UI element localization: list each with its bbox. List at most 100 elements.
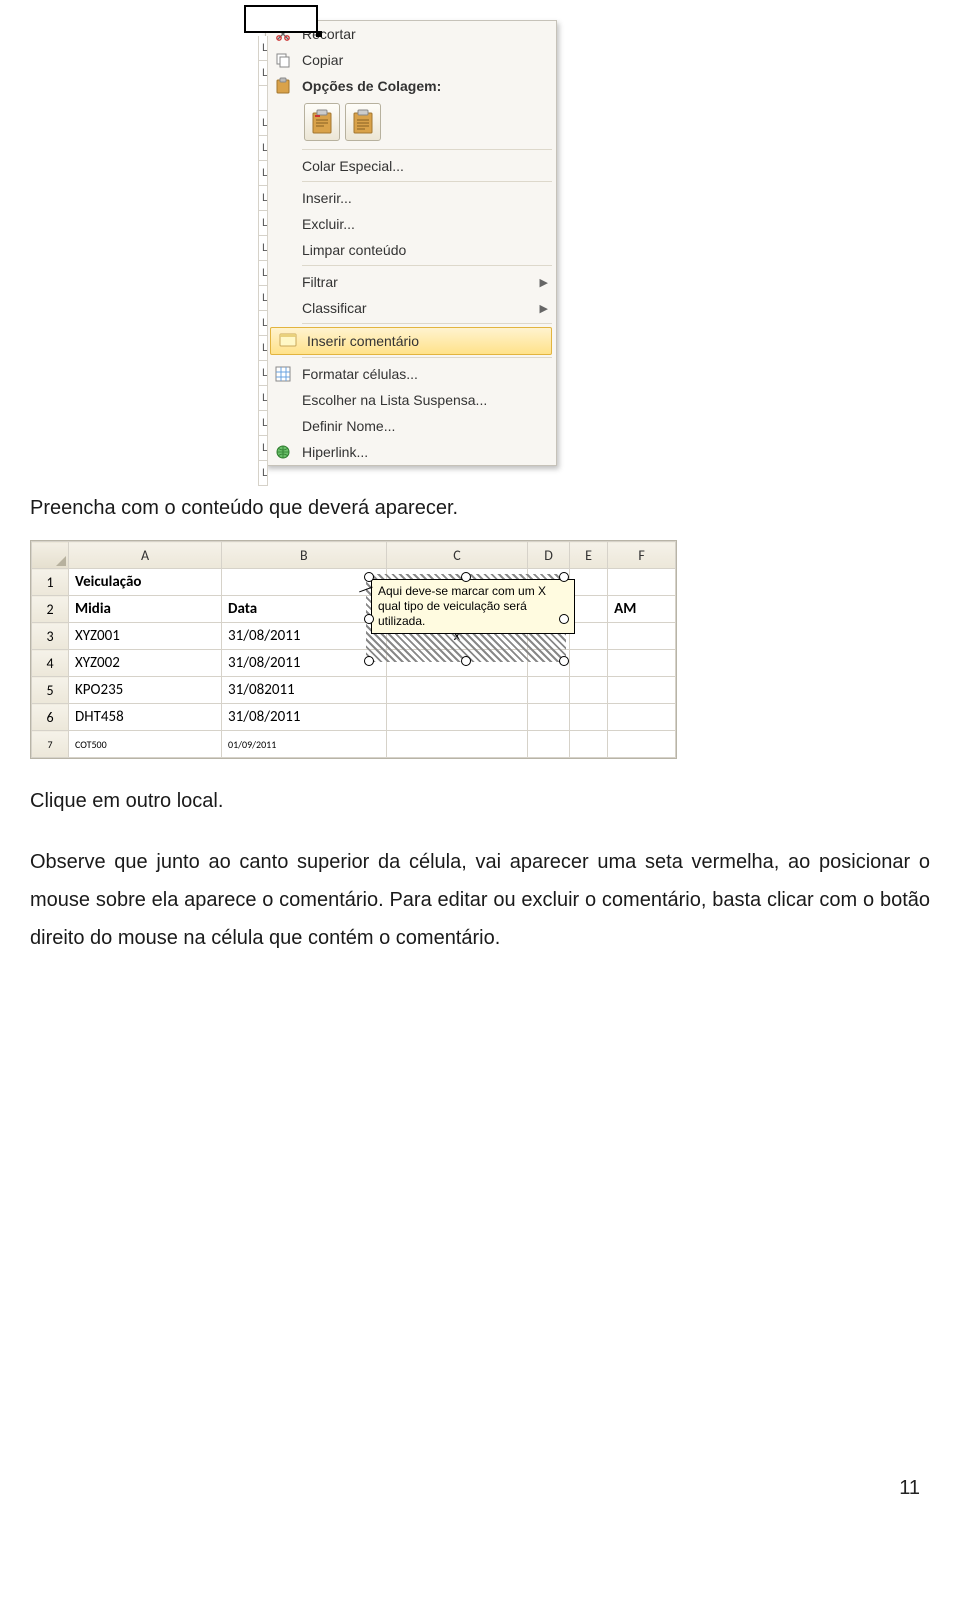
row-header[interactable]: 1 — [32, 569, 69, 596]
comment-new-icon — [277, 331, 299, 351]
row-header[interactable]: 3 — [32, 623, 69, 650]
cell[interactable] — [386, 677, 528, 704]
cell[interactable] — [608, 731, 676, 758]
resize-handle-icon[interactable] — [364, 656, 374, 666]
col-header-a[interactable]: A — [69, 542, 222, 569]
row-header[interactable]: 7 — [32, 731, 69, 758]
menu-paste-options-header: Opções de Colagem: — [266, 73, 556, 99]
cell[interactable] — [569, 623, 607, 650]
cell[interactable] — [608, 623, 676, 650]
hyperlink-icon — [272, 442, 294, 462]
menu-excluir[interactable]: Excluir... — [266, 211, 556, 237]
cell[interactable]: XYZ001 — [69, 623, 222, 650]
col-header-c[interactable]: C — [386, 542, 528, 569]
comment-text: Aqui deve-se marcar com um X qual tipo d… — [378, 584, 546, 628]
resize-handle-icon[interactable] — [559, 656, 569, 666]
paste-option-2[interactable] — [345, 103, 381, 141]
cell[interactable]: 31/082011 — [222, 677, 387, 704]
cell[interactable] — [608, 650, 676, 677]
cell[interactable] — [528, 731, 570, 758]
cell[interactable] — [528, 677, 570, 704]
col-header-b[interactable]: B — [222, 542, 387, 569]
row-header[interactable]: 6 — [32, 704, 69, 731]
cell[interactable]: COT500 — [69, 731, 222, 758]
row-header[interactable]: 4 — [32, 650, 69, 677]
resize-handle-icon[interactable] — [461, 656, 471, 666]
cell[interactable]: XYZ002 — [69, 650, 222, 677]
menu-limpar-conteudo[interactable]: Limpar conteúdo — [266, 237, 556, 263]
menu-definir-nome[interactable]: Definir Nome... — [266, 413, 556, 439]
menu-escolher-lista[interactable]: Escolher na Lista Suspensa... — [266, 387, 556, 413]
menu-hiperlink[interactable]: Hiperlink... — [266, 439, 556, 465]
menu-formatar-celulas[interactable]: Formatar células... — [266, 361, 556, 387]
submenu-arrow-icon: ▶ — [540, 276, 548, 289]
col-header-d[interactable]: D — [528, 542, 570, 569]
menu-label: Excluir... — [302, 216, 548, 232]
resize-handle-icon[interactable] — [461, 572, 471, 582]
cell[interactable] — [608, 677, 676, 704]
cell[interactable]: DHT458 — [69, 704, 222, 731]
blank-icon — [272, 156, 294, 176]
cell[interactable]: 31/08/2011 — [222, 623, 387, 650]
clipboard-icon — [272, 76, 294, 96]
row-header[interactable]: 5 — [32, 677, 69, 704]
cell[interactable]: KPO235 — [69, 677, 222, 704]
separator — [302, 357, 552, 359]
cell[interactable]: 31/08/2011 — [222, 650, 387, 677]
col-header-e[interactable]: E — [569, 542, 607, 569]
separator — [302, 149, 552, 151]
cell[interactable] — [608, 704, 676, 731]
paste-option-1[interactable] — [304, 103, 340, 141]
menu-label: Classificar — [302, 300, 534, 316]
resize-handle-icon[interactable] — [559, 572, 569, 582]
resize-handle-icon[interactable] — [364, 572, 374, 582]
menu-label: Copiar — [302, 52, 548, 68]
comment-box[interactable]: Aqui deve-se marcar com um X qual tipo d… — [371, 579, 575, 634]
blank-icon — [272, 416, 294, 436]
blank-icon — [272, 188, 294, 208]
cell[interactable] — [528, 704, 570, 731]
cell[interactable] — [569, 677, 607, 704]
resize-handle-icon[interactable] — [559, 614, 569, 624]
blank-icon — [272, 240, 294, 260]
menu-label: Hiperlink... — [302, 444, 548, 460]
cell[interactable] — [608, 569, 676, 596]
blank-icon — [272, 272, 294, 292]
selected-cell — [244, 5, 318, 33]
cell[interactable]: Data — [222, 596, 387, 623]
menu-label: Inserir comentário — [307, 333, 543, 349]
cell[interactable] — [569, 569, 607, 596]
cell[interactable] — [386, 704, 528, 731]
menu-filtrar[interactable]: Filtrar ▶ — [266, 269, 556, 295]
col-header-f[interactable]: F — [608, 542, 676, 569]
cell[interactable]: Veiculação — [69, 569, 222, 596]
cell[interactable]: Midia — [69, 596, 222, 623]
separator — [302, 323, 552, 325]
menu-classificar[interactable]: Classificar ▶ — [266, 295, 556, 321]
cells-strip: LLL LLLL LLLL LLLL LL — [258, 36, 268, 486]
row-header[interactable]: 2 — [32, 596, 69, 623]
separator — [302, 265, 552, 267]
menu-inserir[interactable]: Inserir... — [266, 185, 556, 211]
copy-icon — [272, 50, 294, 70]
spreadsheet-figure: A B C D E F 1 Veiculação 2 Midia Data TV… — [30, 540, 677, 759]
cell[interactable] — [569, 704, 607, 731]
cell[interactable]: 01/09/2011 — [222, 731, 387, 758]
cell[interactable] — [386, 731, 528, 758]
cell-fill-handle — [316, 31, 322, 37]
menu-label: Escolher na Lista Suspensa... — [302, 392, 548, 408]
menu-label: Inserir... — [302, 190, 548, 206]
format-cells-icon — [272, 364, 294, 384]
blank-icon — [272, 298, 294, 318]
menu-label: Recortar — [302, 26, 548, 42]
cell[interactable] — [569, 650, 607, 677]
menu-colar-especial[interactable]: Colar Especial... — [266, 153, 556, 179]
resize-handle-icon[interactable] — [364, 614, 374, 624]
cell[interactable] — [569, 731, 607, 758]
cell[interactable]: 31/08/2011 — [222, 704, 387, 731]
select-all-corner[interactable] — [32, 542, 69, 569]
cell[interactable] — [569, 596, 607, 623]
menu-copiar[interactable]: Copiar — [266, 47, 556, 73]
cell[interactable]: AM — [608, 596, 676, 623]
menu-inserir-comentario[interactable]: Inserir comentário — [270, 327, 552, 355]
